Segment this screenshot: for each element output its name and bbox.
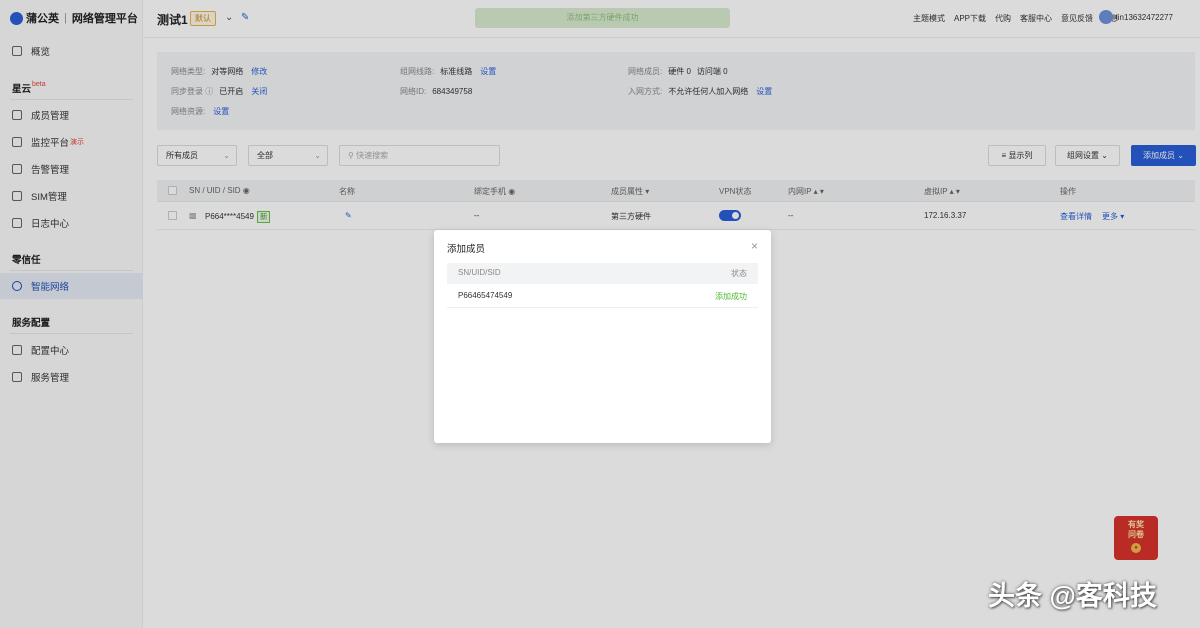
dialog-member-status: 添加成功 (715, 292, 747, 301)
dialog-col-id: SN/UID/SID (458, 268, 501, 277)
close-icon[interactable]: × (751, 239, 758, 253)
dialog-table-header: SN/UID/SID 状态 (447, 263, 758, 284)
dialog-row: P66465474549 添加成功 (447, 285, 758, 308)
dialog-member-id: P66465474549 (458, 291, 513, 300)
add-member-dialog: 添加成员 × SN/UID/SID 状态 P66465474549 添加成功 (434, 230, 771, 443)
watermark: 头条 @客科技 (988, 581, 1157, 611)
dialog-col-status: 状态 (731, 269, 747, 278)
dialog-title: 添加成员 (447, 244, 486, 255)
